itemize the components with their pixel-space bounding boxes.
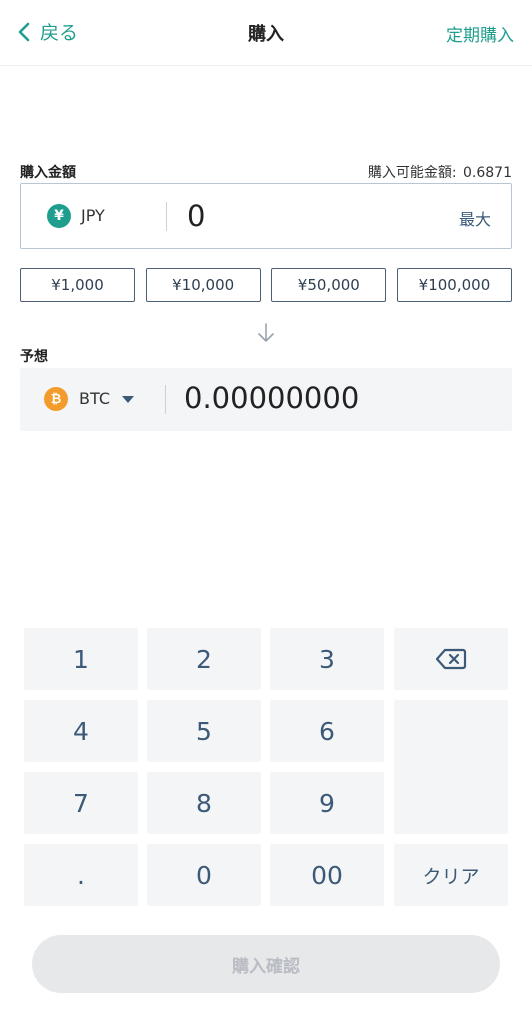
- btc-estimate-field: ₿ BTC 0.00000000: [20, 368, 512, 431]
- key-8[interactable]: 8: [147, 772, 261, 834]
- purchase-amount-label: 購入金額: [20, 165, 76, 181]
- divider: [166, 202, 167, 231]
- max-button[interactable]: 最大: [459, 206, 491, 230]
- clear-button[interactable]: クリア: [394, 844, 508, 906]
- quick-amount-10000-button[interactable]: ¥10,000: [145, 268, 261, 302]
- jpy-amount-value: 0: [187, 199, 206, 233]
- available-amount-label: 購入可能金額:: [367, 165, 457, 181]
- key-5[interactable]: 5: [147, 700, 261, 762]
- yen-icon: ¥: [47, 204, 71, 228]
- key-9[interactable]: 9: [270, 772, 384, 834]
- jpy-currency-label: JPY: [81, 206, 105, 225]
- btc-amount-value: 0.00000000: [184, 381, 360, 415]
- backspace-icon: [435, 648, 467, 670]
- key-00[interactable]: 00: [270, 844, 384, 906]
- divider: [165, 385, 166, 414]
- quick-amount-100000-button[interactable]: ¥100,000: [396, 268, 512, 302]
- jpy-amount-input[interactable]: ¥ JPY 0 最大: [20, 183, 512, 249]
- estimate-label: 予想: [20, 349, 48, 365]
- key-0[interactable]: 0: [147, 844, 261, 906]
- quick-amount-50000-button[interactable]: ¥50,000: [271, 268, 387, 302]
- btc-currency-selector[interactable]: BTC: [79, 389, 110, 408]
- available-amount-value: 0.6871: [463, 165, 512, 181]
- recurring-purchase-link[interactable]: 定期購入: [446, 21, 514, 46]
- header: 戻る 購入 定期購入: [0, 0, 532, 66]
- key-1[interactable]: 1: [24, 628, 138, 690]
- key-6[interactable]: 6: [270, 700, 384, 762]
- available-amount: 購入可能金額: 0.6871: [366, 162, 512, 182]
- bitcoin-icon: ₿: [44, 387, 68, 411]
- key-3[interactable]: 3: [270, 628, 384, 690]
- key-4[interactable]: 4: [24, 700, 138, 762]
- key-2[interactable]: 2: [147, 628, 261, 690]
- blank-key: [394, 700, 508, 834]
- quick-amount-1000-button[interactable]: ¥1,000: [20, 268, 135, 302]
- caret-down-icon[interactable]: [122, 396, 134, 403]
- key-decimal[interactable]: .: [24, 844, 138, 906]
- numeric-keypad: 1 2 3 4 5 6 7 8 9 . 0 00 クリア: [24, 628, 508, 908]
- key-7[interactable]: 7: [24, 772, 138, 834]
- confirm-purchase-button[interactable]: 購入確認: [32, 935, 500, 993]
- backspace-button[interactable]: [394, 628, 508, 690]
- arrow-down-icon: [258, 323, 274, 342]
- quick-amount-row: ¥1,000 ¥10,000 ¥50,000 ¥100,000: [20, 268, 512, 302]
